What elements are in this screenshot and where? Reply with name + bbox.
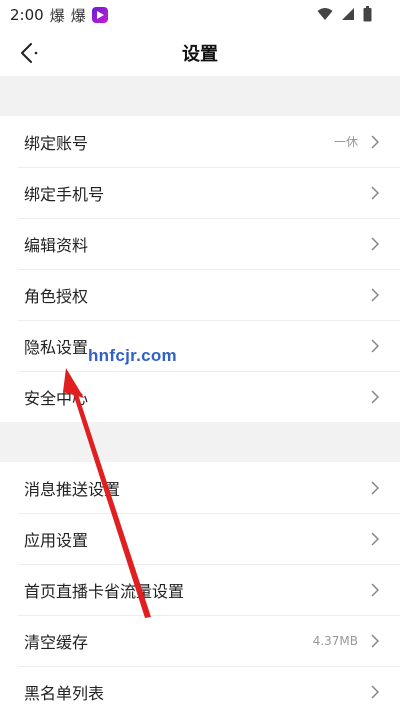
setting-row-data-saver[interactable]: 首页直播卡省流量设置 xyxy=(0,564,400,615)
chevron-right-icon xyxy=(371,236,380,251)
setting-value: 一休 xyxy=(333,135,358,149)
app-notification-icon: 爆 xyxy=(70,6,86,25)
status-bar: 2:00 爆 爆 xyxy=(0,0,400,30)
setting-label: 绑定账号 xyxy=(24,133,89,153)
nav-bar: 设置 xyxy=(0,30,400,76)
setting-label: 首页直播卡省流量设置 xyxy=(24,581,185,601)
setting-label: 隐私设置 xyxy=(24,337,89,357)
setting-label: 绑定手机号 xyxy=(24,184,105,204)
setting-label: 清空缓存 xyxy=(24,632,89,652)
app-notification-icon: 爆 xyxy=(49,6,65,25)
section-gap xyxy=(0,76,400,116)
chevron-right-icon xyxy=(371,185,380,200)
chevron-right-icon xyxy=(371,480,380,495)
status-time: 2:00 xyxy=(10,6,44,24)
page-title: 设置 xyxy=(182,44,218,65)
setting-row-bind-account[interactable]: 绑定账号 一休 xyxy=(0,116,400,167)
setting-row-edit-profile[interactable]: 编辑资料 xyxy=(0,218,400,269)
setting-row-blacklist[interactable]: 黑名单列表 xyxy=(0,666,400,711)
setting-label: 消息推送设置 xyxy=(24,479,121,499)
setting-label: 应用设置 xyxy=(24,530,89,550)
chevron-right-icon xyxy=(371,633,380,648)
section-gap xyxy=(0,422,400,462)
setting-row-push-notifications[interactable]: 消息推送设置 xyxy=(0,462,400,513)
wifi-icon xyxy=(317,8,333,20)
chevron-right-icon xyxy=(371,338,380,353)
setting-row-role-auth[interactable]: 角色授权 xyxy=(0,269,400,320)
setting-label: 安全中心 xyxy=(24,388,89,408)
setting-label: 角色授权 xyxy=(24,286,89,306)
chevron-right-icon xyxy=(371,389,380,404)
setting-row-bind-phone[interactable]: 绑定手机号 xyxy=(0,167,400,218)
chevron-right-icon xyxy=(371,287,380,302)
video-app-icon xyxy=(91,7,108,23)
back-button[interactable] xyxy=(14,38,44,68)
chevron-right-icon xyxy=(371,531,380,546)
settings-group-account: 绑定账号 一休 绑定手机号 编辑资料 角色授权 隐私设置 安全中心 xyxy=(0,116,400,422)
cache-size-value: 4.37MB xyxy=(312,633,358,648)
setting-row-privacy[interactable]: 隐私设置 xyxy=(0,320,400,371)
setting-row-app-settings[interactable]: 应用设置 xyxy=(0,513,400,564)
status-indicators xyxy=(317,6,372,22)
setting-row-security-center[interactable]: 安全中心 xyxy=(0,371,400,422)
setting-label: 黑名单列表 xyxy=(24,683,105,703)
settings-group-app: 消息推送设置 应用设置 首页直播卡省流量设置 清空缓存 4.37MB 黑名单列表 xyxy=(0,462,400,711)
chevron-right-icon xyxy=(371,134,380,149)
chevron-right-icon xyxy=(371,684,380,699)
setting-label: 编辑资料 xyxy=(24,235,89,255)
setting-row-clear-cache[interactable]: 清空缓存 4.37MB xyxy=(0,615,400,666)
back-arrow-icon xyxy=(21,43,38,63)
battery-icon xyxy=(363,6,372,22)
signal-icon xyxy=(342,8,354,20)
chevron-right-icon xyxy=(371,582,380,597)
